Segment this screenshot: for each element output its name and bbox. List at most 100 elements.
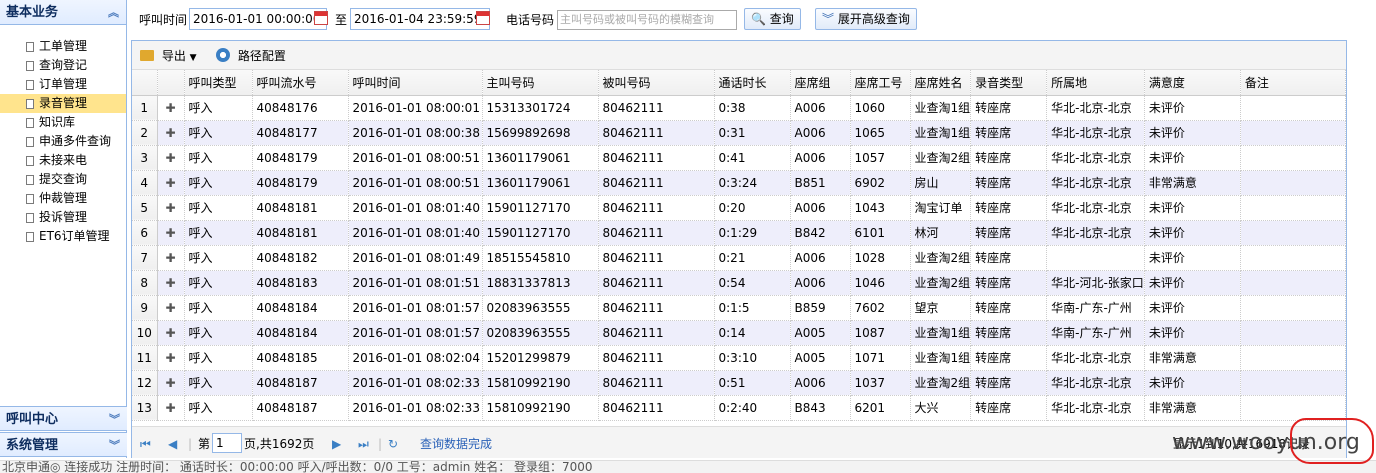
page-number-input[interactable]: 1 xyxy=(212,433,242,453)
expand-down-icon[interactable]: ︾ xyxy=(109,407,120,432)
column-header[interactable]: 座席组 xyxy=(790,70,851,96)
table-cell: 业查淘1组 xyxy=(910,320,972,346)
sidebar-item[interactable]: 投诉管理 xyxy=(0,208,126,227)
document-icon xyxy=(26,232,34,242)
refresh-icon[interactable]: ↻ xyxy=(388,435,398,453)
phone-search-input[interactable]: 主叫号码或被叫号码的模糊查询 xyxy=(557,10,737,30)
column-header[interactable]: 座席姓名 xyxy=(910,70,972,96)
table-row[interactable]: 9 ✚ 呼入 40848184 2016-01-01 08:01:57 020839635… xyxy=(132,295,1346,321)
accordion-header-basic-business[interactable]: 基本业务 ︽ xyxy=(0,0,126,25)
start-time-input[interactable]: 2016-01-01 00:00:00 xyxy=(189,8,327,30)
sidebar-item[interactable]: 未接来电 xyxy=(0,151,126,170)
expand-row-icon[interactable]: ✚ xyxy=(157,195,185,221)
column-header[interactable]: 通话时长 xyxy=(714,70,791,96)
first-page-icon[interactable]: ⏮ xyxy=(140,435,151,453)
next-page-icon[interactable]: ▶ xyxy=(332,435,341,453)
expand-down-icon[interactable]: ︾ xyxy=(109,433,120,458)
table-row[interactable]: 5 ✚ 呼入 40848181 2016-01-01 08:01:40 159011271… xyxy=(132,195,1346,221)
table-row[interactable]: 8 ✚ 呼入 40848183 2016-01-01 08:01:51 188313378… xyxy=(132,270,1346,296)
table-cell: 华北-北京-北京 xyxy=(1046,120,1145,146)
table-cell: 呼入 xyxy=(184,145,253,171)
expand-row-icon[interactable]: ✚ xyxy=(157,295,185,321)
table-row[interactable]: 10 ✚ 呼入 40848184 2016-01-01 08:01:57 02083963… xyxy=(132,320,1346,346)
collapse-up-icon[interactable]: ︽ xyxy=(108,0,119,25)
expand-row-icon[interactable]: ✚ xyxy=(157,395,185,421)
expand-row-icon[interactable]: ✚ xyxy=(157,320,185,346)
export-label: 导出 xyxy=(161,49,186,63)
export-button[interactable]: 导出 ▼ xyxy=(140,46,197,66)
end-time-input[interactable]: 2016-01-04 23:59:59 xyxy=(350,8,490,30)
table-cell: 大兴 xyxy=(910,395,972,421)
calendar-icon[interactable] xyxy=(314,11,328,25)
table-cell: 80462111 xyxy=(598,170,715,196)
column-header[interactable]: 录音类型 xyxy=(970,70,1048,96)
row-number: 4 xyxy=(132,170,158,196)
table-row[interactable]: 12 ✚ 呼入 40848187 2016-01-01 08:02:33 15810992… xyxy=(132,370,1346,396)
document-icon xyxy=(26,137,34,147)
grid-toolbar: 导出 ▼ 路径配置 xyxy=(132,41,1346,70)
expand-row-icon[interactable]: ✚ xyxy=(157,95,185,121)
table-row[interactable]: 1 ✚ 呼入 40848176 2016-01-01 08:00:01 153133017… xyxy=(132,95,1346,121)
table-row[interactable]: 3 ✚ 呼入 40848179 2016-01-01 08:00:51 136011790… xyxy=(132,145,1346,171)
table-row[interactable]: 11 ✚ 呼入 40848185 2016-01-01 08:02:04 15201299… xyxy=(132,345,1346,371)
page-label-before: 第 xyxy=(198,437,211,451)
last-page-icon[interactable]: ⏭ xyxy=(358,435,369,453)
table-cell: 非常满意 xyxy=(1144,345,1241,371)
prev-page-icon[interactable]: ◀ xyxy=(168,435,177,453)
column-header[interactable]: 满意度 xyxy=(1144,70,1241,96)
table-cell xyxy=(1240,345,1346,371)
table-row[interactable]: 2 ✚ 呼入 40848177 2016-01-01 08:00:38 156998926… xyxy=(132,120,1346,146)
sidebar-item[interactable]: ET6订单管理 xyxy=(0,227,126,246)
column-header[interactable]: 被叫号码 xyxy=(598,70,715,96)
sidebar-item[interactable]: 录音管理 xyxy=(0,94,126,113)
sidebar-item[interactable]: 知识库 xyxy=(0,113,126,132)
advanced-query-button[interactable]: ︾ 展开高级查询 xyxy=(815,8,917,30)
document-icon xyxy=(26,175,34,185)
path-config-button[interactable]: 路径配置 xyxy=(216,46,286,66)
expand-row-icon[interactable]: ✚ xyxy=(157,120,185,146)
table-cell: 40848181 xyxy=(252,220,349,246)
table-cell: 呼入 xyxy=(184,245,253,271)
table-cell: 80462111 xyxy=(598,345,715,371)
table-cell: 未评价 xyxy=(1144,95,1241,121)
expand-row-icon[interactable]: ✚ xyxy=(157,245,185,271)
sidebar-item[interactable]: 查询登记 xyxy=(0,56,126,75)
table-cell: 0:41 xyxy=(714,145,791,171)
expand-row-icon[interactable]: ✚ xyxy=(157,220,185,246)
sidebar-item[interactable]: 仲裁管理 xyxy=(0,189,126,208)
accordion-header-call-center[interactable]: 呼叫中心 ︾ xyxy=(0,406,127,431)
sidebar-item[interactable]: 申通多件查询 xyxy=(0,132,126,151)
table-cell: 呼入 xyxy=(184,345,253,371)
table-row[interactable]: 7 ✚ 呼入 40848182 2016-01-01 08:01:49 185155458… xyxy=(132,245,1346,271)
accordion-header-system[interactable]: 系统管理 ︾ xyxy=(0,432,127,457)
expand-row-icon[interactable]: ✚ xyxy=(157,345,185,371)
column-header[interactable]: 呼叫时间 xyxy=(348,70,483,96)
query-button[interactable]: 🔍 查询 xyxy=(744,8,801,30)
expand-row-icon[interactable]: ✚ xyxy=(157,370,185,396)
row-number: 11 xyxy=(132,345,158,371)
column-header[interactable]: 座席工号 xyxy=(850,70,911,96)
table-cell: 40848179 xyxy=(252,145,349,171)
table-cell: 0:2:40 xyxy=(714,395,791,421)
sidebar-item[interactable]: 提交查询 xyxy=(0,170,126,189)
sidebar-item[interactable]: 工单管理 xyxy=(0,37,126,56)
table-cell: 2016-01-01 08:01:51 xyxy=(348,270,483,296)
table-cell: 转座席 xyxy=(970,170,1048,196)
expand-row-icon[interactable]: ✚ xyxy=(157,270,185,296)
column-header[interactable]: 呼叫流水号 xyxy=(252,70,349,96)
expand-row-icon[interactable]: ✚ xyxy=(157,145,185,171)
table-cell: 未评价 xyxy=(1144,145,1241,171)
column-header[interactable]: 备注 xyxy=(1240,70,1346,96)
column-header[interactable]: 主叫号码 xyxy=(482,70,599,96)
table-row[interactable]: 13 ✚ 呼入 40848187 2016-01-01 08:02:33 15810992… xyxy=(132,395,1346,421)
table-cell: 0:1:5 xyxy=(714,295,791,321)
column-header[interactable]: 呼叫类型 xyxy=(184,70,253,96)
table-cell xyxy=(1240,120,1346,146)
calendar-icon[interactable] xyxy=(476,11,490,25)
column-header[interactable]: 所属地 xyxy=(1046,70,1145,96)
table-cell: 未评价 xyxy=(1144,220,1241,246)
table-row[interactable]: 6 ✚ 呼入 40848181 2016-01-01 08:01:40 159011271… xyxy=(132,220,1346,246)
expand-row-icon[interactable]: ✚ xyxy=(157,170,185,196)
table-row[interactable]: 4 ✚ 呼入 40848179 2016-01-01 08:00:51 136011790… xyxy=(132,170,1346,196)
sidebar-item[interactable]: 订单管理 xyxy=(0,75,126,94)
